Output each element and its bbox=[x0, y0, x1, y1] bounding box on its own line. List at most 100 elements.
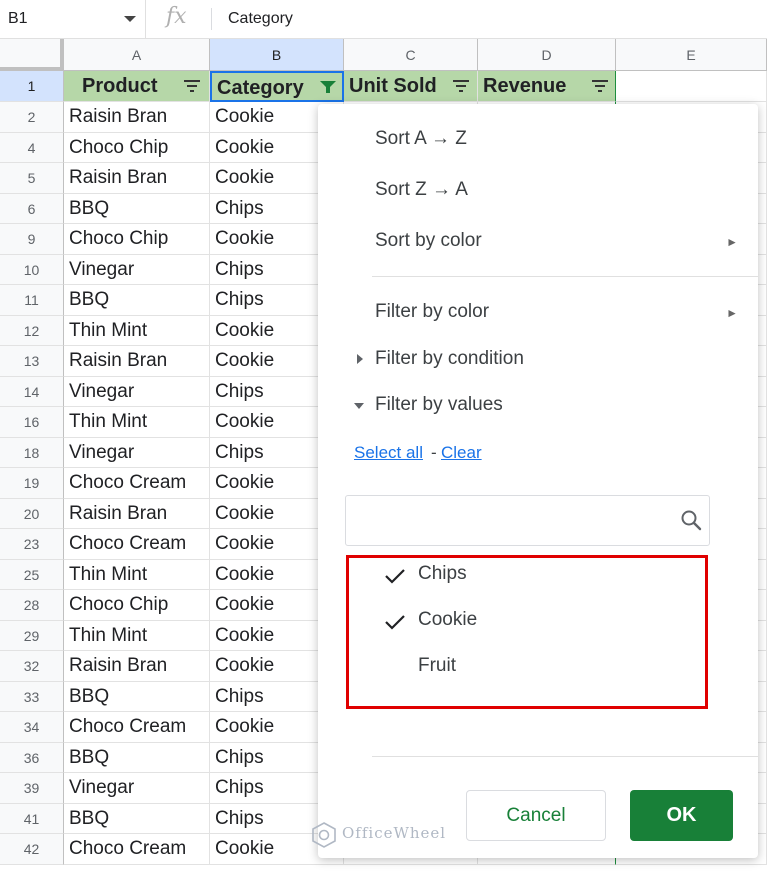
select-all-corner[interactable] bbox=[0, 39, 64, 71]
column-header-e[interactable]: E bbox=[616, 39, 767, 71]
filter-active-icon[interactable] bbox=[320, 80, 336, 94]
value-search-input[interactable] bbox=[345, 495, 710, 546]
cell-product[interactable]: Raisin Bran bbox=[64, 102, 210, 133]
column-header-d[interactable]: D bbox=[478, 39, 616, 71]
cell-unit-sold-header[interactable]: Unit Sold bbox=[344, 71, 478, 102]
cell-product[interactable]: Raisin Bran bbox=[64, 498, 210, 529]
filter-icon[interactable] bbox=[592, 79, 608, 93]
row-number[interactable]: 10 bbox=[0, 254, 64, 285]
row-number[interactable]: 18 bbox=[0, 437, 64, 468]
cell-product[interactable]: BBQ bbox=[64, 681, 210, 712]
clear-link[interactable]: Clear bbox=[441, 443, 482, 463]
name-box[interactable]: B1 bbox=[0, 0, 146, 38]
value-option-cookie[interactable]: Cookie bbox=[418, 609, 477, 631]
row-number[interactable]: 20 bbox=[0, 498, 64, 529]
row-number[interactable]: 1 bbox=[0, 71, 64, 102]
cell-e-header[interactable] bbox=[616, 71, 767, 102]
cell-product[interactable]: Choco Chip bbox=[64, 224, 210, 255]
row-number[interactable]: 34 bbox=[0, 712, 64, 743]
cell-product[interactable]: Raisin Bran bbox=[64, 651, 210, 682]
row-number[interactable]: 29 bbox=[0, 620, 64, 651]
cell-product[interactable]: BBQ bbox=[64, 742, 210, 773]
select-all-link[interactable]: Select all bbox=[354, 443, 423, 463]
cancel-button[interactable]: Cancel bbox=[466, 790, 606, 841]
value-option-fruit[interactable]: Fruit bbox=[418, 655, 456, 677]
cell-product[interactable]: Vinegar bbox=[64, 437, 210, 468]
sort-z-a-item[interactable]: Sort Z → A bbox=[375, 179, 468, 201]
filter-icon[interactable] bbox=[184, 79, 200, 93]
row-number[interactable]: 23 bbox=[0, 529, 64, 560]
cell-product[interactable]: Thin Mint bbox=[64, 407, 210, 438]
sort-a-z-item[interactable]: Sort A → Z bbox=[375, 128, 467, 150]
row-number[interactable]: 4 bbox=[0, 132, 64, 163]
cell-product[interactable]: BBQ bbox=[64, 803, 210, 834]
cell-product[interactable]: Vinegar bbox=[64, 773, 210, 804]
row-number[interactable]: 6 bbox=[0, 193, 64, 224]
cell-product[interactable]: Thin Mint bbox=[64, 559, 210, 590]
row-number[interactable]: 13 bbox=[0, 346, 64, 377]
header-label: Revenue bbox=[483, 75, 567, 97]
check-icon[interactable] bbox=[384, 613, 406, 636]
column-header-c[interactable]: C bbox=[344, 39, 478, 71]
function-icon: fx bbox=[166, 4, 187, 29]
row-number[interactable]: 16 bbox=[0, 407, 64, 438]
menu-divider bbox=[372, 276, 758, 277]
column-header-a[interactable]: A bbox=[64, 39, 210, 71]
value-option-chips[interactable]: Chips bbox=[418, 563, 467, 585]
cell-product[interactable]: Raisin Bran bbox=[64, 346, 210, 377]
cell-category-header[interactable]: Category bbox=[210, 71, 344, 102]
cell-product[interactable]: Thin Mint bbox=[64, 620, 210, 651]
search-icon[interactable] bbox=[679, 508, 703, 537]
column-header-b[interactable]: B bbox=[210, 39, 344, 71]
cell-product[interactable]: Choco Cream bbox=[64, 834, 210, 865]
cell-product[interactable]: Choco Cream bbox=[64, 529, 210, 560]
row-number[interactable]: 5 bbox=[0, 163, 64, 194]
chevron-down-icon[interactable] bbox=[124, 16, 136, 22]
row-number[interactable]: 39 bbox=[0, 773, 64, 804]
row-number[interactable]: 2 bbox=[0, 102, 64, 133]
row-number[interactable]: 19 bbox=[0, 468, 64, 499]
ok-button[interactable]: OK bbox=[630, 790, 733, 841]
expand-right-icon[interactable] bbox=[357, 354, 363, 364]
row-number[interactable]: 41 bbox=[0, 803, 64, 834]
submenu-arrow-icon: ► bbox=[726, 235, 738, 249]
row-number[interactable]: 28 bbox=[0, 590, 64, 621]
row-number[interactable]: 9 bbox=[0, 224, 64, 255]
cell-product[interactable]: BBQ bbox=[64, 285, 210, 316]
check-icon[interactable] bbox=[384, 567, 406, 590]
row-number[interactable]: 25 bbox=[0, 559, 64, 590]
link-separator: - bbox=[431, 443, 437, 462]
row-number[interactable]: 11 bbox=[0, 285, 64, 316]
cell-product[interactable]: Thin Mint bbox=[64, 315, 210, 346]
cell-product[interactable]: Choco Cream bbox=[64, 468, 210, 499]
cell-revenue-header[interactable]: Revenue bbox=[478, 71, 616, 102]
row-number[interactable]: 42 bbox=[0, 834, 64, 865]
cell-product[interactable]: Vinegar bbox=[64, 254, 210, 285]
cell-product[interactable]: Vinegar bbox=[64, 376, 210, 407]
collapse-down-icon[interactable] bbox=[354, 403, 364, 409]
filter-icon[interactable] bbox=[453, 79, 469, 93]
filter-by-color-item[interactable]: Filter by color bbox=[375, 301, 489, 323]
watermark-logo-icon bbox=[312, 822, 336, 853]
filter-by-condition-item[interactable]: Filter by condition bbox=[375, 348, 524, 370]
row-number[interactable]: 33 bbox=[0, 681, 64, 712]
row-number[interactable]: 36 bbox=[0, 742, 64, 773]
cell-product-header[interactable]: Product bbox=[64, 71, 210, 102]
watermark-text: OfficeWheel bbox=[342, 824, 447, 842]
cell-product[interactable]: Choco Chip bbox=[64, 590, 210, 621]
cell-product[interactable]: Choco Chip bbox=[64, 132, 210, 163]
name-box-value: B1 bbox=[8, 10, 28, 27]
row-number[interactable]: 12 bbox=[0, 315, 64, 346]
header-label: Product bbox=[82, 75, 158, 97]
formula-input[interactable]: Category bbox=[228, 10, 293, 28]
header-label: Category bbox=[217, 77, 304, 99]
row-number[interactable]: 14 bbox=[0, 376, 64, 407]
filter-by-values-item[interactable]: Filter by values bbox=[375, 394, 503, 416]
cell-product[interactable]: Raisin Bran bbox=[64, 163, 210, 194]
header-row: 1 Product Category Unit Sold Revenue bbox=[0, 71, 767, 102]
sort-by-color-item[interactable]: Sort by color bbox=[375, 230, 482, 252]
cell-product[interactable]: Choco Cream bbox=[64, 712, 210, 743]
cell-product[interactable]: BBQ bbox=[64, 193, 210, 224]
filter-menu: Sort A → Z Sort Z → A Sort by color ► Fi… bbox=[318, 104, 758, 858]
row-number[interactable]: 32 bbox=[0, 651, 64, 682]
